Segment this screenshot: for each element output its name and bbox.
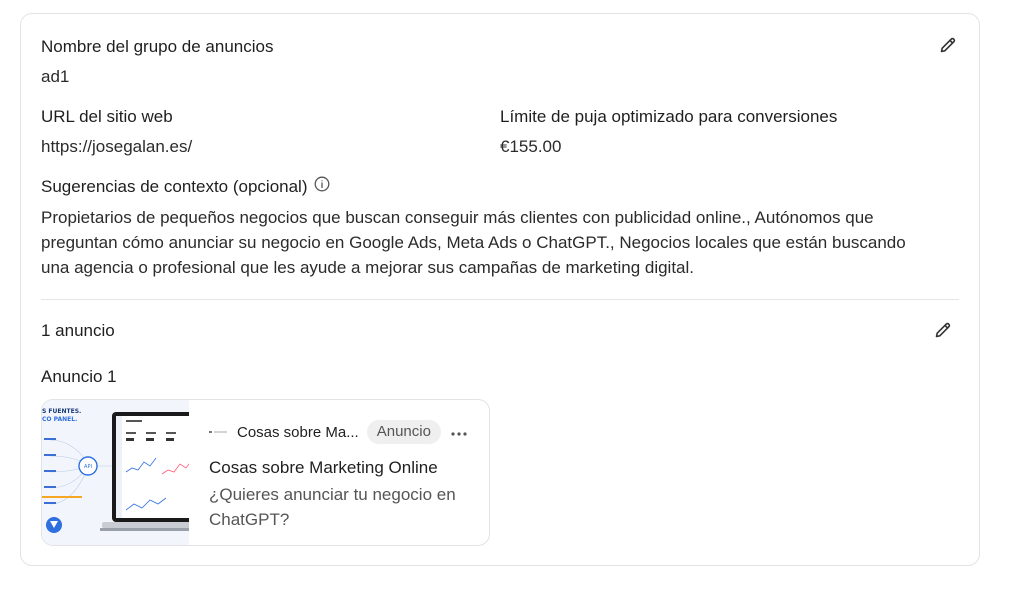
ad-brand-name: Cosas sobre Ma... — [237, 423, 359, 441]
bid-limit-value: €155.00 — [500, 137, 562, 156]
thumb-api: API — [84, 464, 92, 470]
edit-ad-group-button[interactable] — [936, 33, 960, 57]
brand-logo-icon — [209, 427, 229, 437]
pencil-icon — [935, 322, 951, 338]
ad-preview-body: Cosas sobre Ma... Anuncio Cosas sobre Ma… — [189, 400, 489, 545]
ad-preview-image: S FUENTES. CO PANEL. API — [42, 400, 189, 545]
context-suggestions-value: Propietarios de pequeños negocios que bu… — [41, 208, 906, 277]
ad-title: Cosas sobre Marketing Online — [209, 458, 438, 477]
ad-1-label: Anuncio 1 — [41, 367, 117, 386]
ad-badge: Anuncio — [366, 420, 441, 444]
more-horizontal-icon[interactable] — [451, 423, 467, 441]
info-icon[interactable] — [314, 176, 330, 198]
context-suggestions-heading: Sugerencias de contexto (opcional) — [41, 176, 330, 199]
ad-brand-row: Cosas sobre Ma... Anuncio — [209, 420, 467, 444]
ad-preview-card[interactable]: S FUENTES. CO PANEL. API Cosas sobre Ma.… — [41, 399, 490, 546]
ad-description: ¿Quieres anunciar tu negocio en ChatGPT? — [209, 485, 456, 529]
ads-count-label: 1 anuncio — [41, 321, 115, 340]
pencil-icon — [940, 37, 956, 53]
thumb-text-1: S FUENTES. — [42, 408, 81, 415]
context-suggestions-label: Sugerencias de contexto (opcional) — [41, 177, 308, 196]
website-url-value: https://josegalan.es/ — [41, 137, 193, 156]
ad-group-card: Nombre del grupo de anuncios ad1 URL del… — [20, 13, 980, 566]
ad-group-name-value: ad1 — [41, 67, 70, 86]
edit-ads-button[interactable] — [931, 318, 955, 342]
thumb-text-2: CO PANEL. — [42, 416, 77, 423]
ad-group-name-label: Nombre del grupo de anuncios — [41, 37, 274, 56]
section-divider — [41, 299, 959, 300]
bid-limit-label: Límite de puja optimizado para conversio… — [500, 107, 838, 126]
website-url-label: URL del sitio web — [41, 107, 173, 126]
